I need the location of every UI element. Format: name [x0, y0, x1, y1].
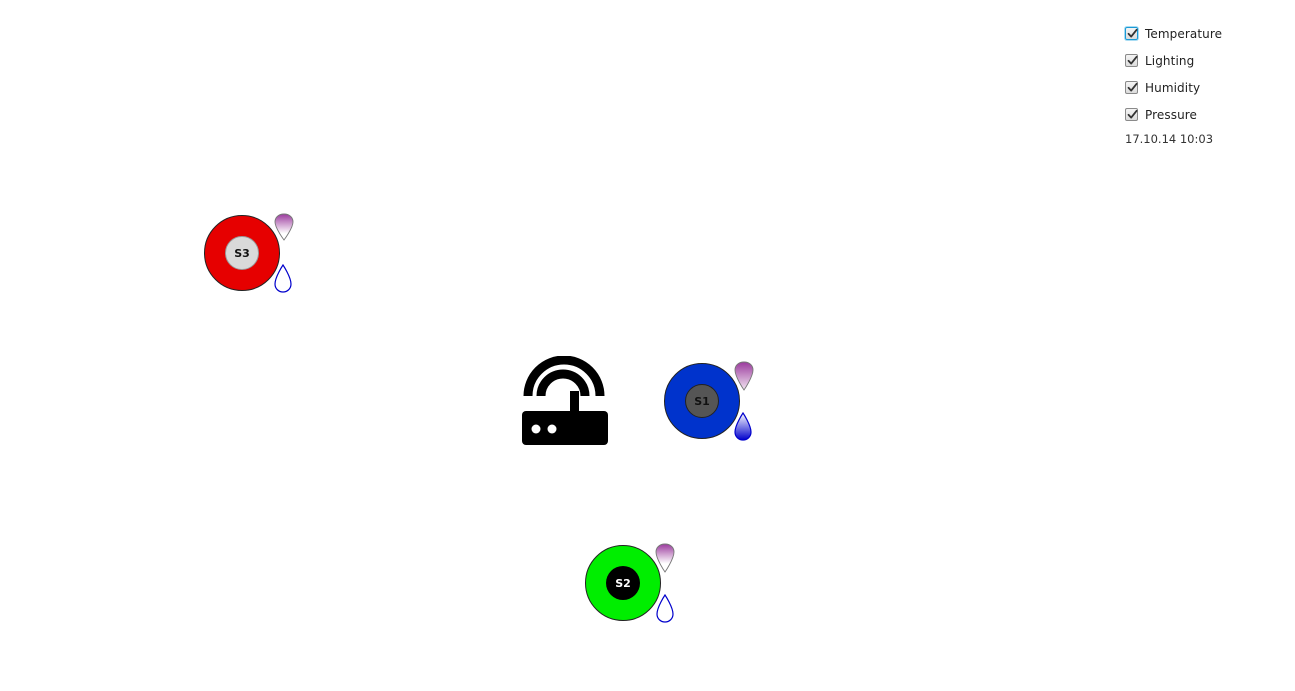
pressure-pin-icon: [734, 361, 754, 391]
humidity-drop-icon: [274, 264, 292, 293]
humidity-label: Humidity: [1145, 80, 1201, 95]
filter-lighting[interactable]: Lighting: [1125, 47, 1285, 74]
router-icon[interactable]: [516, 356, 612, 448]
sensor-s1[interactable]: S1: [664, 363, 740, 439]
humidity-drop-icon: [734, 412, 752, 441]
sensor-label: S3: [225, 236, 259, 270]
filter-panel: Temperature Lighting Humidity Pressure 1…: [1125, 20, 1285, 148]
lighting-checkbox[interactable]: [1125, 54, 1138, 67]
sensor-s3[interactable]: S3: [204, 215, 280, 291]
checkmark-icon: [1127, 82, 1138, 92]
temperature-label: Temperature: [1145, 26, 1223, 41]
humidity-drop-icon: [656, 594, 674, 623]
filter-pressure[interactable]: Pressure: [1125, 101, 1285, 128]
timestamp: 17.10.14 10:03: [1125, 132, 1214, 146]
checkmark-icon: [1127, 109, 1138, 119]
filter-temperature[interactable]: Temperature: [1125, 20, 1285, 47]
filter-humidity[interactable]: Humidity: [1125, 74, 1285, 101]
checkmark-icon: [1127, 55, 1138, 65]
pressure-label: Pressure: [1145, 107, 1198, 122]
humidity-checkbox[interactable]: [1125, 81, 1138, 94]
pressure-pin-icon: [274, 213, 294, 241]
pressure-pin-icon: [655, 543, 675, 573]
pressure-checkbox[interactable]: [1125, 108, 1138, 121]
lighting-label: Lighting: [1145, 53, 1195, 68]
temperature-checkbox[interactable]: [1125, 27, 1138, 40]
checkmark-icon: [1127, 28, 1138, 38]
sensor-label: S2: [606, 566, 640, 600]
sensor-label: S1: [685, 384, 719, 418]
sensor-map: Temperature Lighting Humidity Pressure 1…: [0, 0, 1295, 691]
sensor-s2[interactable]: S2: [585, 545, 661, 621]
